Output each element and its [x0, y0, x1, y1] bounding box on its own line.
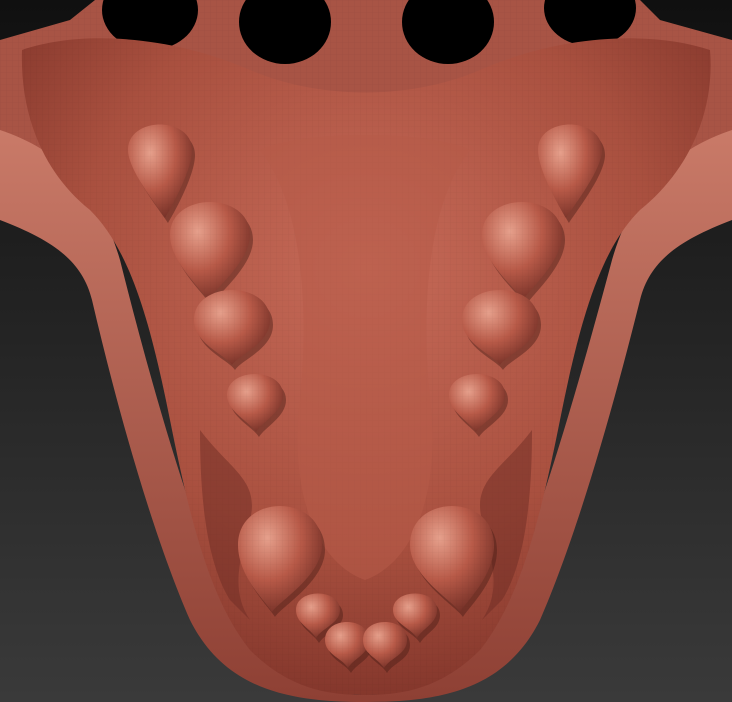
sculpt-render: [0, 0, 732, 702]
render-viewport[interactable]: [0, 0, 732, 702]
